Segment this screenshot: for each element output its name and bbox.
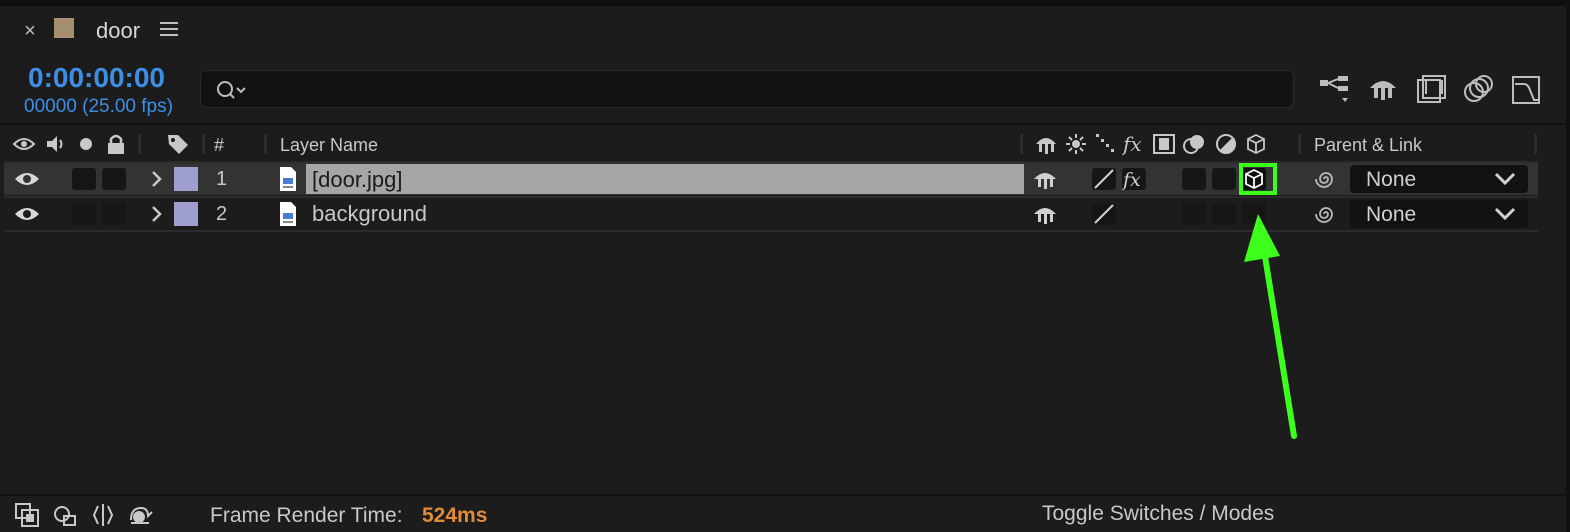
composition-tab-title[interactable]: door xyxy=(96,18,140,44)
parent-value: None xyxy=(1366,168,1417,191)
render-time-pane-icon[interactable] xyxy=(128,502,154,528)
composition-color-swatch xyxy=(54,18,74,38)
layer-name-text: [door.jpg] xyxy=(312,167,403,192)
chevron-down-icon xyxy=(1494,207,1516,221)
frame-blend-switch[interactable] xyxy=(1182,168,1206,190)
svg-text:fx: fx xyxy=(1122,169,1141,190)
column-divider xyxy=(138,134,141,154)
video-eye-icon[interactable] xyxy=(12,132,36,156)
layer-label-color[interactable] xyxy=(174,167,198,191)
quality-switch[interactable] xyxy=(1092,168,1116,190)
parent-pickwhip-icon[interactable] xyxy=(1314,167,1338,191)
layer-search-input[interactable] xyxy=(200,70,1294,108)
in-out-pane-icon[interactable] xyxy=(90,502,116,528)
frame-blend-switch[interactable] xyxy=(1182,203,1206,225)
expand-chevron-icon[interactable] xyxy=(148,204,166,224)
expand-chevron-icon[interactable] xyxy=(148,169,166,189)
effects-switch[interactable]: fx xyxy=(1121,168,1146,191)
layer-name-text[interactable]: background xyxy=(312,201,427,227)
solo-toggle[interactable] xyxy=(72,168,96,190)
effects-fx-icon: fx xyxy=(1121,169,1141,191)
timeline-toolbar: 0:00:00:00 00000 (25.00 fps) xyxy=(0,56,1570,122)
transfer-controls-pane-icon[interactable] xyxy=(52,502,78,528)
column-number-header[interactable]: # xyxy=(214,135,224,156)
column-divider xyxy=(202,134,205,154)
layer-switches-pane-icon[interactable] xyxy=(14,502,40,528)
shy-switch-icon[interactable] xyxy=(1032,167,1058,191)
shy-layers-icon[interactable] xyxy=(1366,74,1400,106)
timeline-empty-area[interactable] xyxy=(0,232,1570,494)
parent-dropdown[interactable]: None xyxy=(1350,165,1528,193)
column-parent-link-header[interactable]: Parent & Link xyxy=(1314,135,1422,156)
column-divider xyxy=(1020,134,1023,154)
layer-name-field[interactable]: [door.jpg] xyxy=(306,164,1024,194)
chevron-down-icon xyxy=(1494,172,1516,186)
parent-dropdown[interactable]: None xyxy=(1350,200,1528,228)
parent-value: None xyxy=(1366,203,1417,226)
frame-count-display: 00000 (25.00 fps) xyxy=(24,96,173,117)
composition-tab: × door xyxy=(0,6,1570,56)
annotation-arrow xyxy=(1244,214,1297,439)
parent-pickwhip-icon[interactable] xyxy=(1314,202,1338,226)
motion-blur-switch[interactable] xyxy=(1212,168,1236,190)
composition-flowchart-icon[interactable] xyxy=(1318,74,1352,106)
layer-number: 1 xyxy=(216,168,228,190)
quality-slash-icon xyxy=(1094,169,1114,189)
quality-icon[interactable] xyxy=(1094,132,1118,156)
layer-visibility-eye-icon[interactable] xyxy=(14,169,40,189)
layer-row-1[interactable]: 1 [door.jpg] fx None xyxy=(4,163,1538,195)
layer-visibility-eye-icon[interactable] xyxy=(14,204,40,224)
toolbar-divider xyxy=(0,123,1570,125)
column-divider xyxy=(1534,134,1537,154)
current-time-display[interactable]: 0:00:00:00 xyxy=(28,62,165,94)
collapse-sun-icon[interactable] xyxy=(1064,132,1088,156)
svg-text:fx: fx xyxy=(1122,132,1142,156)
quality-slash-icon xyxy=(1094,204,1114,224)
graph-editor-icon[interactable] xyxy=(1510,74,1544,106)
effects-fx-icon[interactable]: fx xyxy=(1122,132,1146,156)
adjustment-layer-icon[interactable] xyxy=(1214,132,1238,156)
column-divider xyxy=(264,134,267,154)
frame-blend-film-icon[interactable] xyxy=(1152,132,1176,156)
toggle-switches-modes-button[interactable]: Toggle Switches / Modes xyxy=(1042,502,1274,526)
layer-number: 2 xyxy=(216,203,228,225)
lock-toggle[interactable] xyxy=(102,168,126,190)
motion-blur-icon[interactable] xyxy=(1462,74,1496,106)
lock-toggle[interactable] xyxy=(102,203,126,225)
image-file-icon xyxy=(280,202,296,226)
shy-switch-icon[interactable] xyxy=(1034,132,1058,156)
panel-menu-icon[interactable] xyxy=(160,22,178,38)
frame-blending-icon[interactable] xyxy=(1414,74,1448,106)
solo-dot-icon[interactable] xyxy=(74,132,98,156)
audio-speaker-icon[interactable] xyxy=(44,132,68,156)
search-icon xyxy=(217,81,246,99)
lock-icon[interactable] xyxy=(104,132,128,156)
image-file-icon xyxy=(280,167,296,191)
quality-switch[interactable] xyxy=(1092,203,1116,225)
solo-toggle[interactable] xyxy=(72,203,96,225)
timeline-footer: Frame Render Time: 524ms Toggle Switches… xyxy=(0,494,1570,532)
frame-render-time-value: 524ms xyxy=(422,504,488,527)
label-tag-icon[interactable] xyxy=(166,132,190,156)
close-tab-button[interactable]: × xyxy=(20,20,40,42)
layer-label-color[interactable] xyxy=(174,202,198,226)
motion-blur-circles-icon[interactable] xyxy=(1182,132,1206,156)
column-layer-name-header[interactable]: Layer Name xyxy=(280,135,378,156)
3d-switch-highlight-box xyxy=(1239,163,1277,195)
frame-render-time-label: Frame Render Time: xyxy=(210,504,403,527)
column-header-row: # Layer Name fx Parent & Link xyxy=(0,126,1570,162)
shy-switch-icon[interactable] xyxy=(1032,202,1058,226)
column-divider xyxy=(1298,134,1301,154)
3d-layer-cube-icon[interactable] xyxy=(1244,132,1268,156)
panel-right-edge xyxy=(1566,0,1570,532)
